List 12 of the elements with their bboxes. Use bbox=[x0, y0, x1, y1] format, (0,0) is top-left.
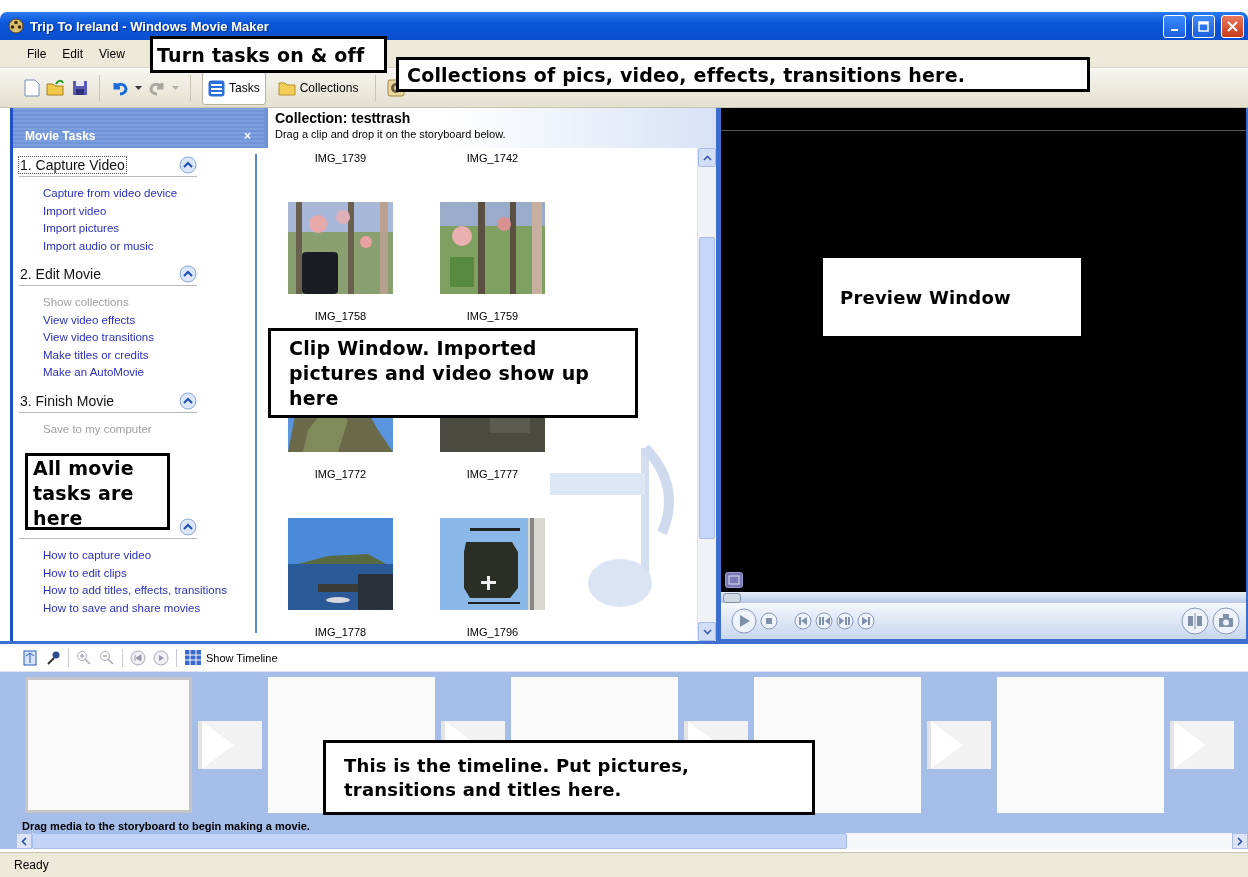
annotation-tooltip: Preview Window bbox=[823, 258, 1081, 336]
collection-title: Collection: testtrash bbox=[275, 110, 412, 127]
annotation-tooltip: Collections of pics, video, effects, transitions here. bbox=[396, 57, 1090, 92]
annotation-tooltip: Turn tasks on & off bbox=[150, 36, 387, 73]
collection-hint: Drag a clip and drop it on the storyboard below. bbox=[275, 128, 507, 141]
annotation-tooltip: Clip Window. Imported pictures and video show up here bbox=[268, 328, 638, 418]
pane-title: Movie Tasks bbox=[25, 129, 96, 146]
window-title: Trip To Ireland - Windows Movie Maker bbox=[30, 18, 270, 34]
annotation-tooltip: All movie tasks are here bbox=[25, 453, 170, 530]
storyboard-message: Drag media to the storyboard to begin making a movie. bbox=[21, 819, 311, 834]
annotation-tooltip: This is the timeline. Put pictures, transitions and titles here. bbox=[323, 740, 815, 815]
status-text: Ready bbox=[14, 858, 49, 873]
